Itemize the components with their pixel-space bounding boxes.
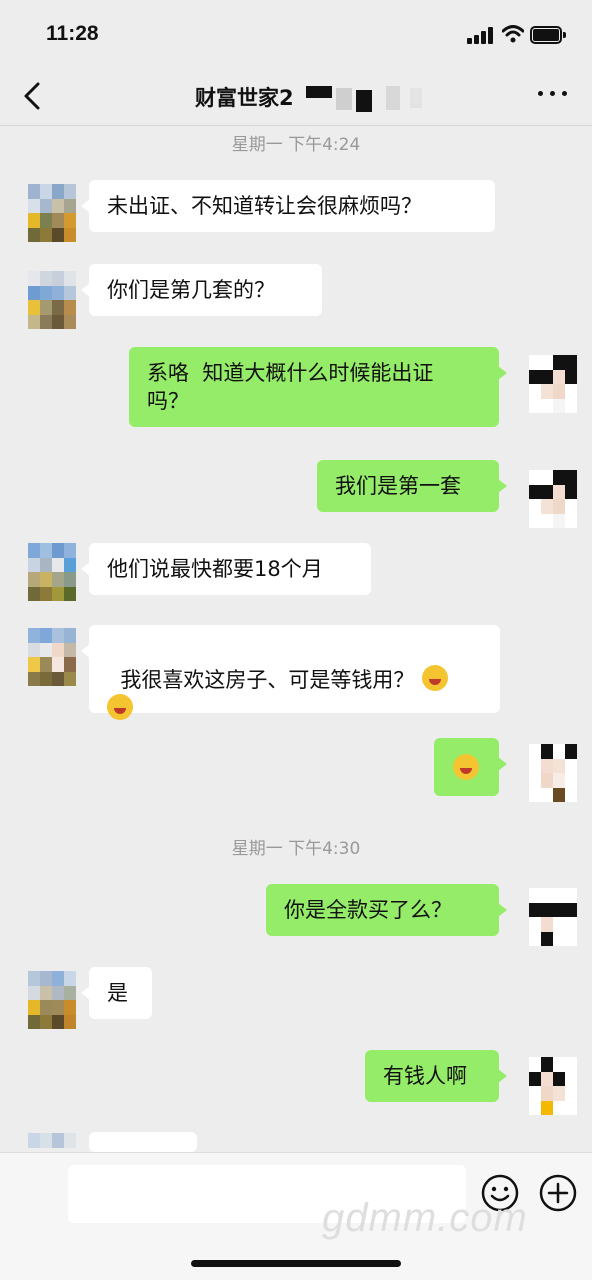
message-bubble[interactable]: 未出证、不知道转让会很麻烦吗？ <box>81 180 495 232</box>
chevron-left-icon[interactable] <box>18 78 48 114</box>
title-mosaic <box>306 86 422 112</box>
avatar[interactable] <box>28 271 76 329</box>
message-bubble-partial[interactable] <box>81 1132 197 1165</box>
message-bubble[interactable]: 你是全款买了么？ <box>266 884 507 936</box>
chat-title: 财富世家2 <box>195 86 294 110</box>
avatar[interactable] <box>529 1057 577 1115</box>
grinning-squinting-face-icon <box>422 665 449 691</box>
plus-circle-icon[interactable] <box>538 1173 578 1213</box>
avatar[interactable] <box>529 744 577 802</box>
watermark: gdmm.com <box>322 1196 528 1240</box>
wifi-icon <box>502 25 524 43</box>
message-bubble[interactable]: 他们说最快都要18个月 <box>81 543 371 595</box>
message-bubble[interactable]: 我很喜欢这房子、可是等钱用？ <box>81 625 500 720</box>
message-text: 我很喜欢这房子、可是等钱用？ <box>120 668 415 692</box>
message-bubble[interactable] <box>434 738 507 796</box>
message-bubble[interactable]: 系咯 知道大概什么时候能出证 吗？ <box>129 347 507 427</box>
timestamp: 星期一 下午4:24 <box>231 135 361 155</box>
grinning-squinting-face-icon <box>107 694 133 720</box>
avatar[interactable] <box>529 355 577 413</box>
avatar[interactable] <box>28 628 76 686</box>
avatar[interactable] <box>28 543 76 601</box>
chat-header: 财富世家2 <box>0 68 592 126</box>
status-time: 11:28 <box>46 22 99 45</box>
message-bubble[interactable]: 我们是第一套 <box>317 460 507 512</box>
status-bar: 11:28 <box>0 0 592 68</box>
signal-icon <box>467 27 495 44</box>
crying-face-icon <box>453 754 479 780</box>
timestamp: 星期一 下午4:30 <box>231 839 361 859</box>
avatar[interactable] <box>28 1133 76 1152</box>
avatar[interactable] <box>529 470 577 528</box>
avatar[interactable] <box>28 971 76 1029</box>
message-bubble[interactable]: 是 <box>81 967 152 1019</box>
message-bubble[interactable]: 有钱人啊 <box>365 1050 507 1102</box>
battery-icon <box>530 26 566 44</box>
avatar[interactable] <box>28 184 76 242</box>
avatar[interactable] <box>529 888 577 946</box>
message-bubble[interactable]: 你们是第几套的？ <box>81 264 322 316</box>
home-indicator <box>191 1260 401 1267</box>
more-dots-icon[interactable] <box>534 88 570 100</box>
